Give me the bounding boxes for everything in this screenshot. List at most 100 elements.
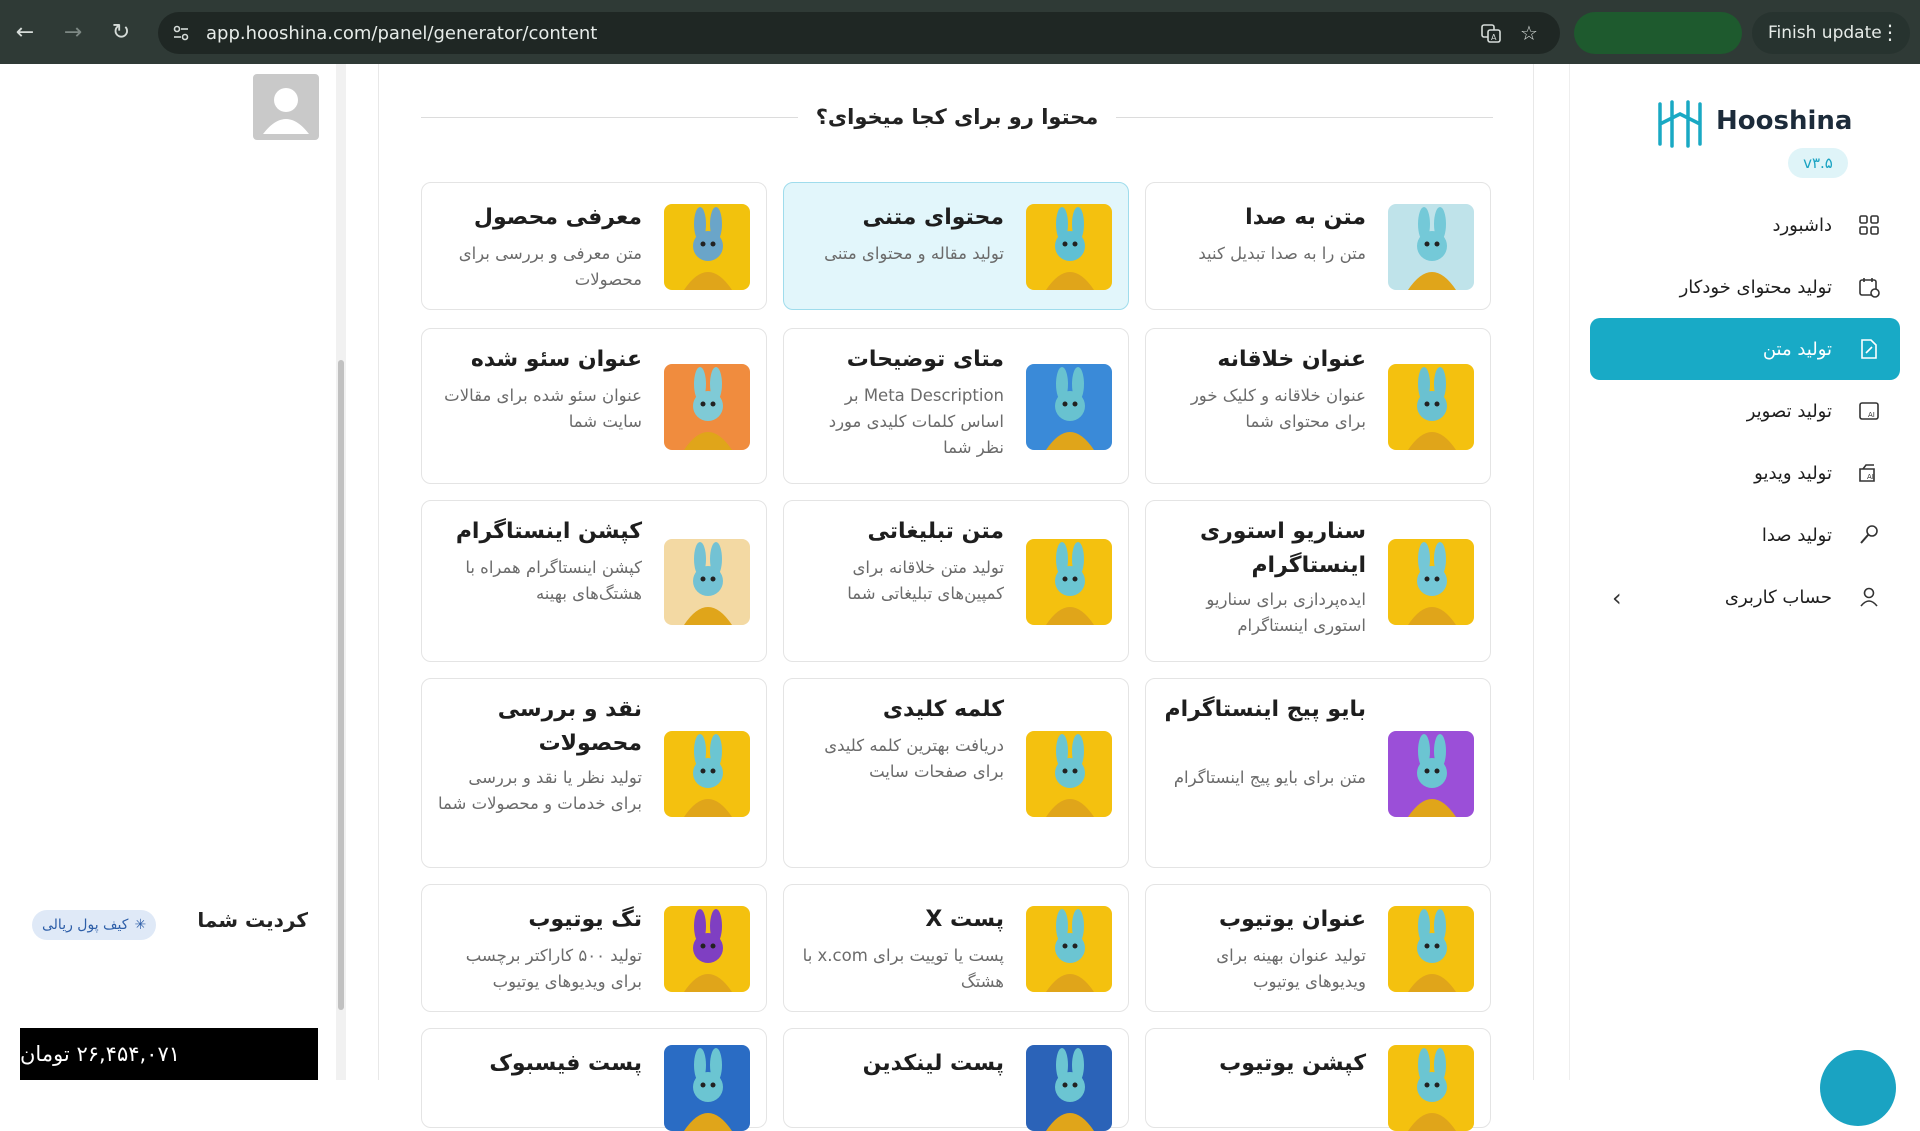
card-description: متن را به صدا تبدیل کنید [1198, 244, 1366, 263]
version-badge: v۳.۵ [1788, 148, 1848, 178]
card-description: متن برای بایو پیج اینستاگرام [1173, 768, 1366, 787]
support-fab[interactable] [1820, 1050, 1896, 1126]
bunny-illustration-icon [1026, 1045, 1112, 1131]
spinner-icon: ✳ [134, 917, 147, 933]
content-type-card[interactable]: سناریو استوری اینستاگرام ایده‌پردازی برای… [1145, 500, 1491, 662]
sidebar-item-label: تولید متن [1762, 338, 1832, 360]
card-description: Meta Description بر اساس کلمات کلیدی مور… [828, 386, 1004, 457]
bunny-illustration-icon [664, 906, 750, 992]
card-title: معرفی محصول [473, 205, 642, 230]
content-type-card[interactable]: بایو پیج اینستاگرام متن برای بایو پیج این… [1145, 678, 1491, 868]
finish-update-label: Finish update [1768, 23, 1882, 43]
sidebar-item[interactable]: تولید محتوای خودکار [1590, 256, 1900, 318]
more-menu-icon[interactable]: ⋮ [1880, 20, 1900, 44]
credit-amount: ۲۶,۴۵۴,۰۷۱ تومان [20, 1028, 318, 1080]
bunny-illustration-icon [664, 731, 750, 817]
collapse-chevron-icon[interactable]: ‹ [1612, 584, 1622, 612]
hooshina-logo-icon [1658, 100, 1702, 148]
right-sidebar: Hooshina v۳.۵ داشبورد تولید محتوای خودکار… [1569, 64, 1920, 1080]
card-description: پست یا توییت برای x.com با هشتگ [802, 946, 1004, 991]
brand-logo[interactable]: Hooshina [1650, 94, 1853, 154]
content-type-card[interactable]: عنوان سئو شده عنوان سئو شده برای مقالات س… [421, 328, 767, 484]
card-description: عنوان خلاقانه و کلیک خور برای محتوای شما [1190, 386, 1366, 431]
content-type-card[interactable]: متن تبلیغاتی تولید متن خلاقانه برای کمپین… [783, 500, 1129, 662]
ai-image-icon: AI [1856, 398, 1882, 424]
card-title: عنوان یوتیوب [1219, 907, 1366, 932]
back-icon[interactable]: ← [2, 9, 48, 55]
bunny-illustration-icon [664, 204, 750, 290]
site-settings-icon[interactable] [164, 16, 198, 50]
card-title: پست فیسبوک [489, 1051, 642, 1076]
card-title: کلمه کلیدی [882, 697, 1004, 722]
card-description: دریافت بهترین کلمه کلیدی برای صفحات سایت [824, 736, 1004, 781]
card-description: متن معرفی و بررسی برای محصولات [458, 244, 642, 289]
card-description: عنوان سئو شده برای مقالات سایت شما [444, 386, 642, 431]
card-title: متن تبلیغاتی [867, 519, 1004, 544]
page-title: محتوا رو برای کجا میخوای؟ [815, 105, 1099, 129]
content-type-card[interactable]: متای توضیحات Meta Description بر اساس کلم… [783, 328, 1129, 484]
credit-title: کردیت شما [197, 908, 308, 932]
divider [421, 116, 798, 118]
card-description: تولید نظر یا نقد و بررسی برای خدمات و مح… [437, 768, 642, 813]
card-title: متن به صدا [1245, 205, 1366, 230]
sidebar-item[interactable]: تولید متن [1590, 318, 1900, 380]
svg-text:AI: AI [1868, 411, 1875, 419]
content-type-card[interactable]: کلمه کلیدی دریافت بهترین کلمه کلیدی برای … [783, 678, 1129, 868]
forward-icon[interactable]: → [50, 9, 96, 55]
sidebar-item-label: تولید تصویر [1746, 400, 1832, 422]
card-title: پست لینکدین [862, 1051, 1004, 1076]
microphone-icon [1856, 522, 1882, 548]
card-description: تولید ۵۰۰ کاراکتر برچسب برای ویدیوهای یو… [465, 946, 642, 991]
svg-text:AI: AI [1867, 473, 1874, 481]
sidebar-item[interactable]: تولید صدا [1590, 504, 1900, 566]
card-title: نقد و بررسی محصولات [497, 697, 642, 756]
profile-pill[interactable] [1574, 12, 1742, 54]
url-text: app.hooshina.com/panel/generator/content [206, 22, 598, 44]
document-edit-icon [1856, 336, 1882, 362]
dashboard-icon [1856, 212, 1882, 238]
translate-icon[interactable]: A [1474, 16, 1508, 50]
bunny-illustration-icon [1388, 539, 1474, 625]
content-type-card[interactable]: تگ یوتیوب تولید ۵۰۰ کاراکتر برچسب برای وی… [421, 884, 767, 1012]
section-heading: محتوا رو برای کجا میخوای؟ [421, 102, 1493, 132]
avatar[interactable] [253, 74, 319, 140]
wallet-label: کیف پول ریالی [42, 917, 129, 933]
content-type-card[interactable]: پست فیسبوک [421, 1028, 767, 1131]
content-type-card[interactable]: عنوان یوتیوب تولید عنوان بهینه برای ویدیو… [1145, 884, 1491, 1012]
reload-icon[interactable]: ↻ [98, 9, 144, 55]
content-type-card[interactable]: کپشن یوتیوب [1145, 1028, 1491, 1131]
card-title: تگ یوتیوب [528, 907, 642, 932]
finish-update-button[interactable]: Finish update ⋮ [1752, 12, 1910, 54]
scrollbar-thumb[interactable] [338, 360, 344, 1010]
card-title: سناریو استوری اینستاگرام [1199, 519, 1366, 578]
bunny-illustration-icon [1026, 906, 1112, 992]
content-type-card[interactable]: نقد و بررسی محصولات تولید نظر یا نقد و بر… [421, 678, 767, 868]
address-bar[interactable]: app.hooshina.com/panel/generator/content… [158, 12, 1560, 54]
sidebar-item[interactable]: داشبورد [1590, 194, 1900, 256]
sidebar-item[interactable]: تولید تصویر AI [1590, 380, 1900, 442]
sidebar-item[interactable]: تولید ویدیو AI [1590, 442, 1900, 504]
bunny-illustration-icon [664, 364, 750, 450]
content-type-card[interactable]: پست لینکدین [783, 1028, 1129, 1131]
content-type-card[interactable]: عنوان خلاقانه عنوان خلاقانه و کلیک خور بر… [1145, 328, 1491, 484]
content-type-card[interactable]: متن به صدا متن را به صدا تبدیل کنید [1145, 182, 1491, 310]
card-title: کپشن یوتیوب [1219, 1051, 1366, 1076]
ai-video-icon: AI [1856, 460, 1882, 486]
bunny-illustration-icon [1388, 1045, 1474, 1131]
content-type-card[interactable]: محتوای متنی تولید مقاله و محتوای متنی [783, 182, 1129, 310]
bookmark-star-icon[interactable]: ☆ [1512, 16, 1546, 50]
card-title: عنوان خلاقانه [1217, 347, 1366, 372]
content-type-card[interactable]: کپشن اینستاگرام کپشن اینستاگرام همراه با … [421, 500, 767, 662]
svg-text:A: A [1491, 33, 1497, 42]
wallet-badge[interactable]: ✳ کیف پول ریالی [32, 910, 157, 940]
sidebar-item-label: تولید ویدیو [1754, 462, 1832, 484]
sidebar-item[interactable]: حساب کاربری [1590, 566, 1900, 628]
card-title: متای توضیحات [846, 347, 1004, 372]
divider [1116, 116, 1493, 118]
sidebar-item-label: تولید صدا [1761, 524, 1832, 546]
brand-name: Hooshina [1716, 106, 1853, 136]
card-description: تولید عنوان بهینه برای ویدیوهای یوتیوب [1216, 946, 1366, 991]
card-title: کپشن اینستاگرام [455, 519, 642, 544]
content-type-card[interactable]: پست X پست یا توییت برای x.com با هشتگ [783, 884, 1129, 1012]
content-type-card[interactable]: معرفی محصول متن معرفی و بررسی برای محصولا… [421, 182, 767, 310]
